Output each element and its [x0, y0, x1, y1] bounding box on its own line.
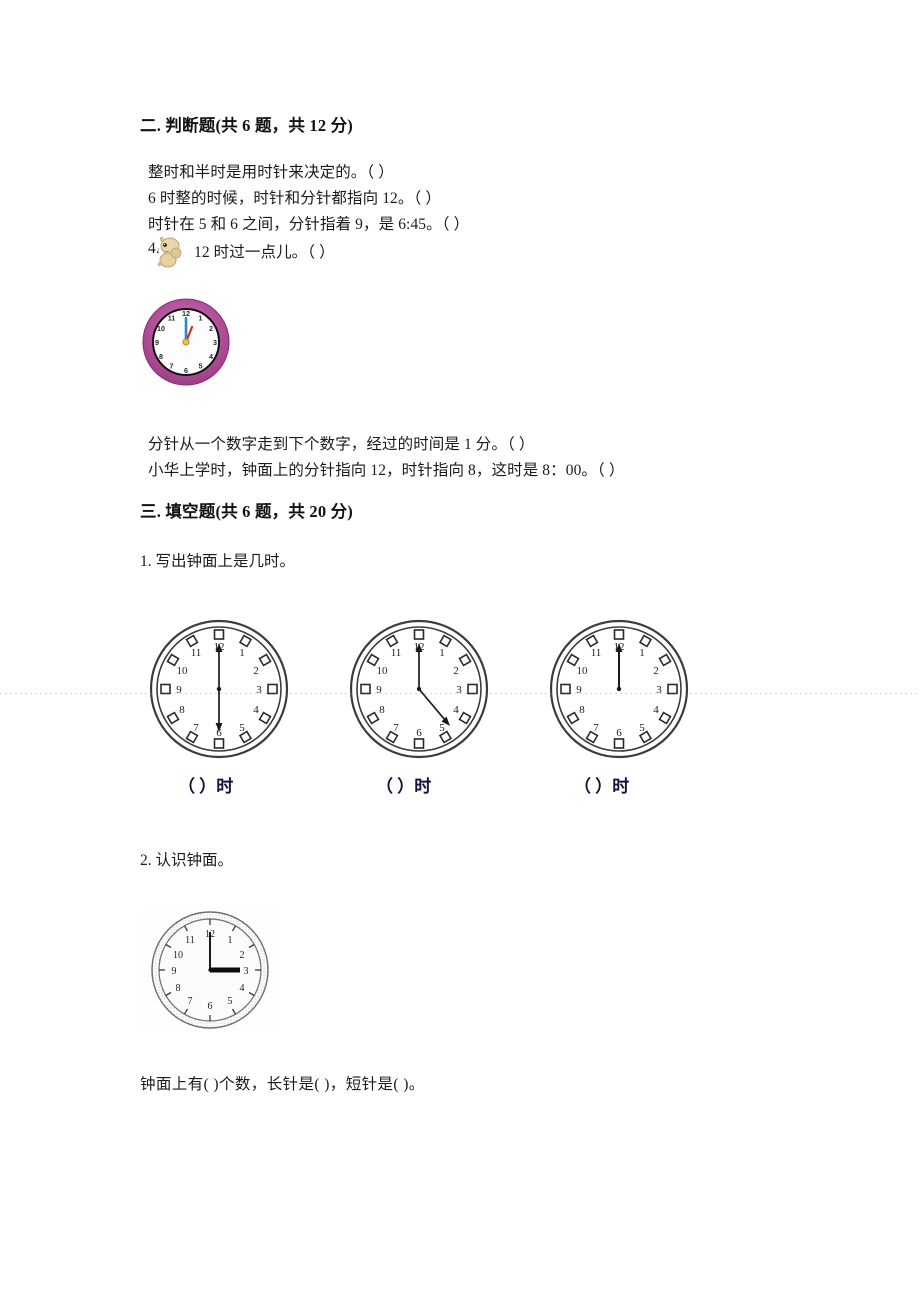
svg-text:1: 1 — [639, 647, 645, 659]
svg-text:3: 3 — [256, 684, 262, 696]
svg-text:6: 6 — [184, 366, 188, 375]
svg-text:8: 8 — [159, 352, 163, 361]
svg-text:4: 4 — [253, 704, 259, 716]
critter-clipart-icon — [156, 236, 186, 270]
svg-text:2: 2 — [253, 665, 259, 677]
svg-text:6: 6 — [208, 1001, 213, 1012]
svg-text:4: 4 — [453, 704, 459, 716]
svg-text:2: 2 — [653, 665, 659, 677]
svg-text:10: 10 — [377, 665, 389, 677]
svg-text:11: 11 — [168, 314, 176, 323]
svg-text:9: 9 — [176, 684, 182, 696]
clock-b-figure: 12 1 2 3 4 5 6 7 8 9 10 11 — [344, 614, 494, 764]
svg-text:10: 10 — [177, 665, 189, 677]
svg-text:5: 5 — [639, 722, 645, 734]
svg-text:2: 2 — [453, 665, 459, 677]
svg-text:12: 12 — [182, 309, 190, 318]
svg-text:7: 7 — [188, 996, 193, 1007]
svg-text:4: 4 — [209, 352, 213, 361]
clock-b-answer-label: （ ）时 — [376, 777, 432, 796]
svg-text:7: 7 — [170, 362, 174, 371]
svg-text:3: 3 — [656, 684, 662, 696]
svg-text:3: 3 — [244, 966, 249, 977]
svg-text:11: 11 — [185, 935, 195, 946]
svg-text:3: 3 — [456, 684, 462, 696]
svg-text:8: 8 — [379, 704, 385, 716]
judgement-question-4-text: 12 时过一点儿。（ ） — [194, 244, 335, 261]
worksheet-page: 二. 判断题(共 6 题，共 12 分) 整时和半时是用时针来决定的。（ ） 6… — [0, 0, 920, 1302]
svg-text:11: 11 — [391, 647, 402, 659]
judgement-question-2: 6 时整的时候，时针和分针都指向 12。（ ） — [148, 190, 441, 207]
svg-text:6: 6 — [616, 727, 622, 739]
judgement-question-6: 小华上学时，钟面上的分针指向 12，时针指向 8，这时是 8：00。（ ） — [148, 462, 625, 479]
svg-text:1: 1 — [439, 647, 445, 659]
svg-text:2: 2 — [209, 324, 213, 333]
clock-a-figure: 12 1 2 3 4 5 6 7 8 9 10 11 — [144, 614, 294, 764]
svg-text:1: 1 — [199, 314, 203, 323]
judgement-question-3: 时针在 5 和 6 之间，分针指着 9，是 6:45。（ ） — [148, 216, 470, 233]
svg-text:9: 9 — [576, 684, 582, 696]
svg-text:9: 9 — [376, 684, 382, 696]
svg-text:5: 5 — [228, 996, 233, 1007]
purple-clock-figure: 12 1 2 3 4 5 6 7 8 9 10 11 — [140, 296, 232, 388]
svg-text:5: 5 — [199, 362, 203, 371]
svg-text:7: 7 — [193, 722, 199, 734]
svg-text:8: 8 — [179, 704, 185, 716]
svg-text:1: 1 — [228, 935, 233, 946]
svg-text:7: 7 — [393, 722, 399, 734]
fill-question-1: 1. 写出钟面上是几时。 — [140, 553, 296, 570]
svg-text:9: 9 — [172, 966, 177, 977]
svg-text:5: 5 — [439, 722, 445, 734]
svg-text:1: 1 — [239, 647, 245, 659]
section-heading-two: 二. 判断题(共 6 题，共 12 分) — [140, 116, 353, 135]
svg-text:10: 10 — [173, 950, 183, 961]
clock-c-figure: 12 1 2 3 4 5 6 7 8 9 10 11 — [544, 614, 694, 764]
svg-text:11: 11 — [191, 647, 202, 659]
fill-question-2: 2. 认识钟面。 — [140, 852, 234, 869]
clock-a-answer-label: （ ）时 — [178, 777, 234, 796]
scan-artifact-line — [0, 693, 920, 694]
svg-text:5: 5 — [239, 722, 245, 734]
svg-text:4: 4 — [240, 983, 245, 994]
svg-text:10: 10 — [157, 324, 165, 333]
judgement-question-5: 分针从一个数字走到下个数字，经过的时间是 1 分。（ ） — [148, 436, 535, 453]
svg-text:3: 3 — [213, 338, 217, 347]
svg-text:7: 7 — [593, 722, 599, 734]
svg-text:8: 8 — [176, 983, 181, 994]
section-heading-three: 三. 填空题(共 6 题，共 20 分) — [140, 502, 353, 521]
clock-d-figure: 12 1 2 3 4 5 6 7 8 9 10 11 — [143, 908, 277, 1032]
svg-text:6: 6 — [416, 727, 422, 739]
svg-text:8: 8 — [579, 704, 585, 716]
svg-text:10: 10 — [577, 665, 589, 677]
svg-text:9: 9 — [155, 338, 159, 347]
svg-text:4: 4 — [653, 704, 659, 716]
svg-text:11: 11 — [591, 647, 602, 659]
judgement-question-1: 整时和半时是用时针来决定的。（ ） — [148, 164, 394, 181]
svg-text:2: 2 — [240, 950, 245, 961]
clock-c-answer-label: （ ）时 — [574, 777, 630, 796]
fill-blank-sentence: 钟面上有( )个数，长针是( )，短针是( )。 — [140, 1076, 425, 1093]
